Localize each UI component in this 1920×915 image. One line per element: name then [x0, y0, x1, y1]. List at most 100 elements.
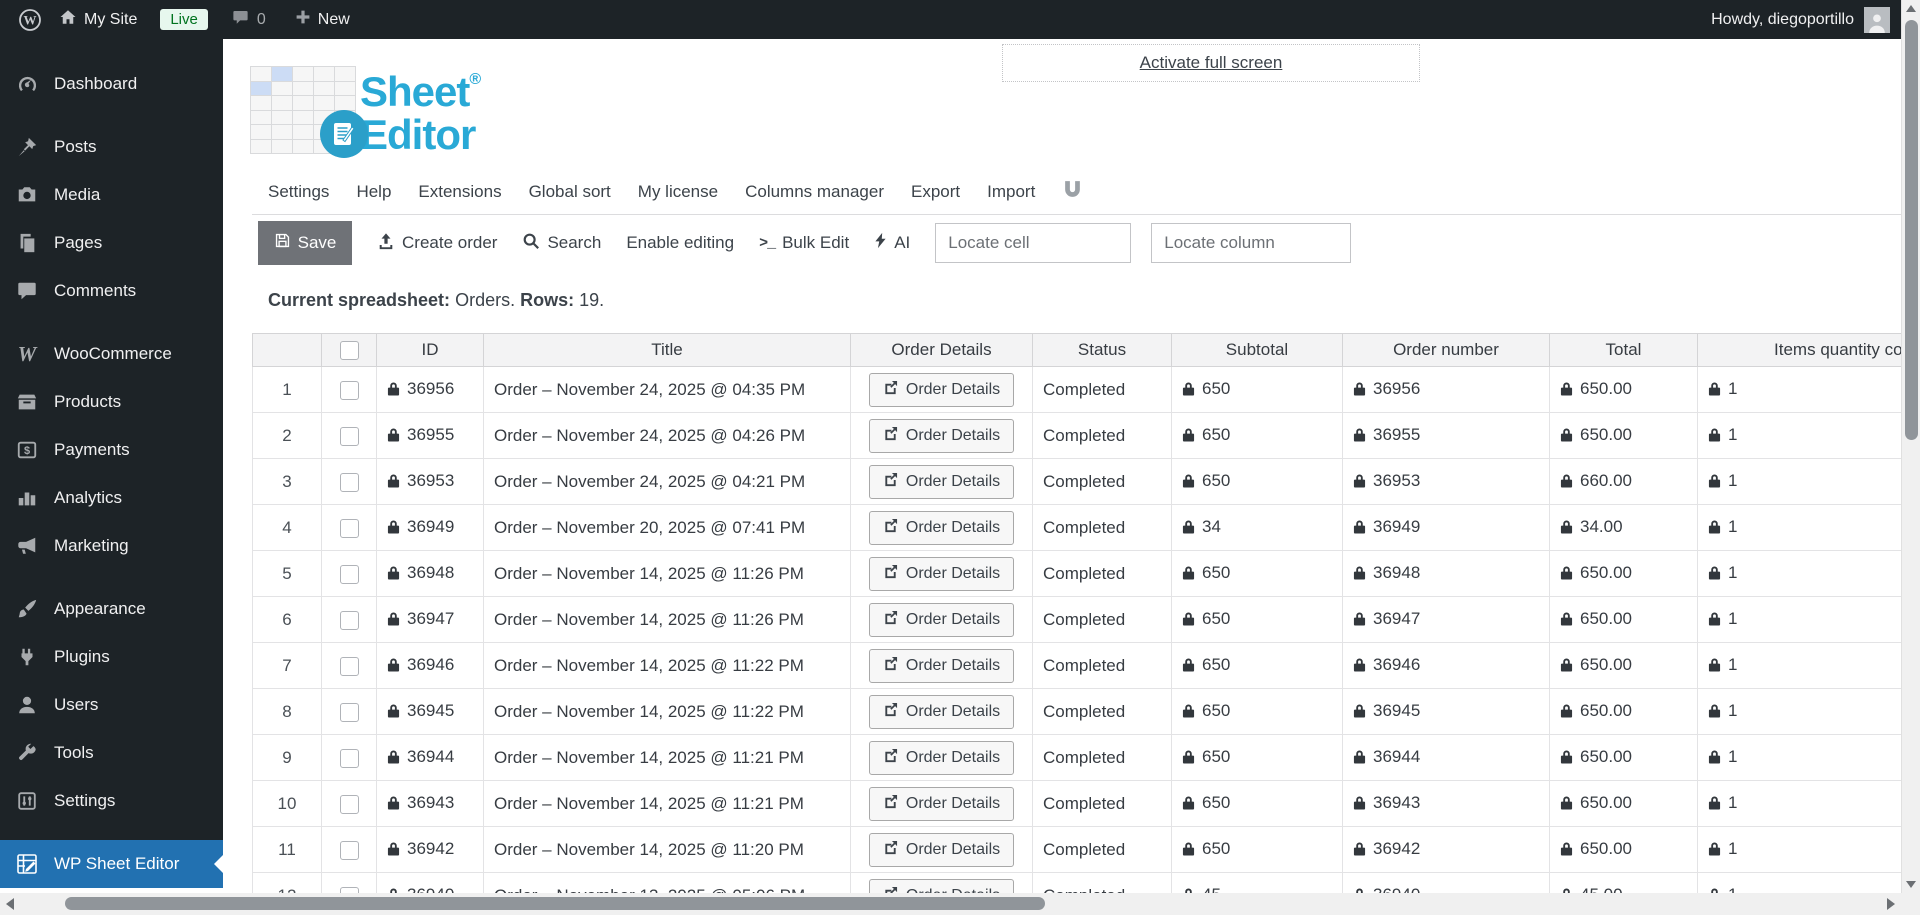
order-number-cell[interactable]: 36946	[1342, 642, 1550, 689]
menu-item-extensions[interactable]: Extensions	[418, 182, 501, 202]
id-cell[interactable]: 36948	[376, 550, 484, 597]
row-checkbox[interactable]	[339, 840, 359, 860]
total-cell[interactable]: 650.00	[1549, 780, 1698, 827]
row-number[interactable]: 5	[252, 550, 322, 597]
sidebar-item-posts[interactable]: Posts	[0, 123, 223, 171]
comments-bubble[interactable]: 0	[227, 8, 270, 31]
status-cell[interactable]: Completed	[1032, 734, 1172, 781]
items-quantity-cell[interactable]: 1	[1697, 458, 1901, 505]
title-cell[interactable]: Order – November 24, 2025 @ 04:21 PM	[483, 458, 851, 505]
total-cell[interactable]: 650.00	[1549, 826, 1698, 873]
menu-item-export[interactable]: Export	[911, 182, 960, 202]
magnet-icon[interactable]	[1062, 179, 1083, 205]
order-number-cell[interactable]: 36943	[1342, 780, 1550, 827]
total-cell[interactable]: 650.00	[1549, 412, 1698, 459]
column-header-status[interactable]: Status	[1032, 333, 1172, 367]
order-details-button[interactable]: Order Details	[868, 464, 1015, 499]
menu-item-import[interactable]: Import	[987, 182, 1035, 202]
total-cell[interactable]: 650.00	[1549, 550, 1698, 597]
row-checkbox[interactable]	[339, 702, 359, 722]
scroll-left-arrow[interactable]	[6, 898, 14, 910]
order-details-button[interactable]: Order Details	[868, 648, 1015, 683]
order-details-button[interactable]: Order Details	[868, 832, 1015, 867]
status-cell[interactable]: Completed	[1032, 412, 1172, 459]
id-cell[interactable]: 36953	[376, 458, 484, 505]
sidebar-item-media[interactable]: Media	[0, 171, 223, 219]
status-cell[interactable]: Completed	[1032, 642, 1172, 689]
items-quantity-cell[interactable]: 1	[1697, 550, 1901, 597]
status-cell[interactable]: Completed	[1032, 458, 1172, 505]
sidebar-item-dashboard[interactable]: Dashboard	[0, 60, 223, 108]
title-cell[interactable]: Order – November 14, 2025 @ 11:26 PM	[483, 596, 851, 643]
title-cell[interactable]: Order – November 13, 2025 @ 05:06 PM	[483, 872, 851, 893]
save-button[interactable]: Save	[258, 221, 352, 265]
total-cell[interactable]: 650.00	[1549, 688, 1698, 735]
row-checkbox[interactable]	[339, 564, 359, 584]
column-header-order-number[interactable]: Order number	[1342, 333, 1550, 367]
order-details-button[interactable]: Order Details	[868, 740, 1015, 775]
vertical-scrollbar[interactable]	[1901, 0, 1920, 893]
id-cell[interactable]: 36949	[376, 504, 484, 551]
sidebar-item-products[interactable]: Products	[0, 378, 223, 426]
row-number[interactable]: 4	[252, 504, 322, 551]
row-checkbox[interactable]	[339, 748, 359, 768]
sidebar-item-plugins[interactable]: Plugins	[0, 633, 223, 681]
items-quantity-cell[interactable]: 1	[1697, 642, 1901, 689]
sidebar-item-settings[interactable]: Settings	[0, 777, 223, 825]
column-header-total[interactable]: Total	[1549, 333, 1698, 367]
row-number[interactable]: 12	[252, 872, 322, 893]
status-cell[interactable]: Completed	[1032, 596, 1172, 643]
row-number[interactable]: 3	[252, 458, 322, 505]
row-number[interactable]: 10	[252, 780, 322, 827]
subtotal-cell[interactable]: 650	[1171, 688, 1343, 735]
ai-button[interactable]: AI	[874, 232, 910, 254]
subtotal-cell[interactable]: 650	[1171, 550, 1343, 597]
id-cell[interactable]: 36942	[376, 826, 484, 873]
subtotal-cell[interactable]: 650	[1171, 596, 1343, 643]
column-header-items-quantity[interactable]: Items quantity cou	[1697, 333, 1901, 367]
menu-item-my-license[interactable]: My license	[638, 182, 718, 202]
create-order-button[interactable]: Create order	[377, 232, 497, 255]
row-number[interactable]: 6	[252, 596, 322, 643]
locate-cell-input[interactable]	[935, 223, 1132, 263]
scroll-down-arrow[interactable]	[1906, 881, 1916, 888]
sidebar-item-users[interactable]: Users	[0, 681, 223, 729]
id-cell[interactable]: 36944	[376, 734, 484, 781]
items-quantity-cell[interactable]: 1	[1697, 872, 1901, 893]
subtotal-cell[interactable]: 650	[1171, 826, 1343, 873]
status-cell[interactable]: Completed	[1032, 688, 1172, 735]
row-number[interactable]: 7	[252, 642, 322, 689]
title-cell[interactable]: Order – November 14, 2025 @ 11:20 PM	[483, 826, 851, 873]
corner-header[interactable]	[252, 333, 322, 367]
row-checkbox[interactable]	[339, 794, 359, 814]
row-checkbox[interactable]	[339, 610, 359, 630]
title-cell[interactable]: Order – November 20, 2025 @ 07:41 PM	[483, 504, 851, 551]
wordpress-logo-icon[interactable]: W	[14, 8, 46, 32]
items-quantity-cell[interactable]: 1	[1697, 826, 1901, 873]
row-number[interactable]: 9	[252, 734, 322, 781]
order-details-button[interactable]: Order Details	[868, 372, 1015, 407]
status-cell[interactable]: Completed	[1032, 826, 1172, 873]
subtotal-cell[interactable]: 650	[1171, 412, 1343, 459]
total-cell[interactable]: 650.00	[1549, 642, 1698, 689]
horizontal-scrollbar-thumb[interactable]	[65, 897, 1045, 910]
menu-item-settings[interactable]: Settings	[268, 182, 329, 202]
menu-item-columns-manager[interactable]: Columns manager	[745, 182, 884, 202]
id-cell[interactable]: 36943	[376, 780, 484, 827]
order-details-button[interactable]: Order Details	[868, 510, 1015, 545]
row-checkbox[interactable]	[339, 518, 359, 538]
order-details-button[interactable]: Order Details	[868, 878, 1015, 893]
account-menu[interactable]: Howdy, diegoportillo	[1711, 6, 1920, 33]
scroll-up-arrow[interactable]	[1906, 5, 1916, 12]
title-cell[interactable]: Order – November 24, 2025 @ 04:26 PM	[483, 412, 851, 459]
column-header-id[interactable]: ID	[376, 333, 484, 367]
id-cell[interactable]: 36947	[376, 596, 484, 643]
my-site-link[interactable]: My Site	[55, 8, 141, 31]
sidebar-item-wp-sheet-editor[interactable]: WP Sheet Editor	[0, 840, 223, 888]
id-cell[interactable]: 36945	[376, 688, 484, 735]
row-number[interactable]: 11	[252, 826, 322, 873]
total-cell[interactable]: 650.00	[1549, 596, 1698, 643]
locate-column-input[interactable]	[1151, 223, 1352, 263]
order-number-cell[interactable]: 36947	[1342, 596, 1550, 643]
title-cell[interactable]: Order – November 24, 2025 @ 04:35 PM	[483, 366, 851, 413]
